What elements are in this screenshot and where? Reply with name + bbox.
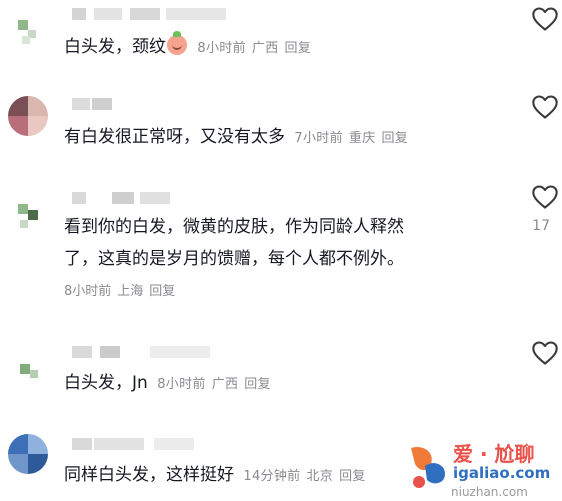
comment-text: 白头发，Jn (64, 373, 148, 393)
comment-time: 8小时前 (64, 284, 112, 299)
comment-time: 14分钟前 (243, 469, 301, 484)
comment-text-line: 白头发，Jn 8小时前 广西 回复 (64, 368, 277, 400)
comment-location: 重庆 (348, 131, 376, 146)
comment-item: 白头发，颈纹 8小时前 广西 回复 (0, 0, 562, 76)
comment-location: 广西 (251, 41, 279, 56)
avatar[interactable] (8, 434, 48, 474)
reply-button[interactable]: 回复 (149, 284, 175, 299)
comment-text: 有白发很正常呀，又没有太多 (64, 127, 285, 147)
reply-button[interactable]: 回复 (339, 469, 366, 484)
comment-meta: 14分钟前 北京 回复 (243, 469, 371, 484)
comment-location: 广西 (211, 377, 239, 392)
comment-text-line: 了，这真的是岁月的馈赠，每个人都不例外。 (64, 244, 404, 274)
comment-text: 了，这真的是岁月的馈赠，每个人都不例外。 (64, 249, 404, 269)
comment-meta: 7小时前 重庆 回复 (294, 131, 414, 146)
comment-meta: 8小时前 广西 回复 (157, 377, 277, 392)
comment-text-line: 有白发很正常呀，又没有太多 7小时前 重庆 回复 (64, 122, 414, 154)
watermark-title: 爱 · 尬聊 (453, 442, 535, 466)
reply-button[interactable]: 回复 (285, 41, 312, 56)
watermark-logo-icon (411, 446, 445, 488)
comment-text-line: 同样白头发，这样挺好 14分钟前 北京 回复 (64, 460, 372, 492)
comment-text: 看到你的白发，微黄的皮肤，作为同龄人释然 (64, 217, 404, 237)
heart-outline-icon[interactable] (531, 94, 559, 120)
comment-text: 白头发，颈纹 (64, 37, 166, 57)
comment-text-line: 看到你的白发，微黄的皮肤，作为同龄人释然 (64, 212, 404, 242)
comment-location: 上海 (117, 284, 144, 299)
watermark-domain: igaliao.com (453, 464, 551, 482)
heart-outline-icon[interactable] (531, 6, 559, 32)
comment-meta: 8小时前 广西 回复 (197, 41, 317, 56)
comment-time: 8小时前 (157, 377, 206, 392)
avatar[interactable] (8, 8, 48, 48)
watermark: 爱 · 尬聊 igaliao.com niuzhan.com (405, 438, 562, 501)
comment-time: 7小时前 (294, 131, 343, 146)
comment-item: 看到你的白发，微黄的皮肤，作为同龄人释然 了，这真的是岁月的馈赠，每个人都不例外… (0, 172, 562, 332)
comment-item: 有白发很正常呀，又没有太多 7小时前 重庆 回复 (0, 76, 562, 172)
comment-text-line: 白头发，颈纹 8小时前 广西 回复 (64, 31, 317, 64)
comment-text: 同样白头发，这样挺好 (64, 465, 234, 485)
avatar[interactable] (8, 348, 48, 388)
avatar[interactable] (8, 192, 48, 232)
avatar[interactable] (8, 96, 48, 136)
comment-location: 北京 (306, 469, 334, 484)
like-count: 17 (532, 218, 550, 234)
peach-emoji-icon (167, 31, 187, 55)
heart-outline-icon[interactable] (531, 184, 559, 210)
watermark-domain-secondary: niuzhan.com (451, 485, 528, 499)
reply-button[interactable]: 回复 (382, 131, 409, 146)
comment-time: 8小时前 (197, 41, 246, 56)
heart-outline-icon[interactable] (531, 340, 559, 366)
reply-button[interactable]: 回复 (244, 377, 271, 392)
comment-meta: 8小时前 上海 回复 (64, 282, 181, 302)
comment-item: 白头发，Jn 8小时前 广西 回复 (0, 332, 562, 424)
